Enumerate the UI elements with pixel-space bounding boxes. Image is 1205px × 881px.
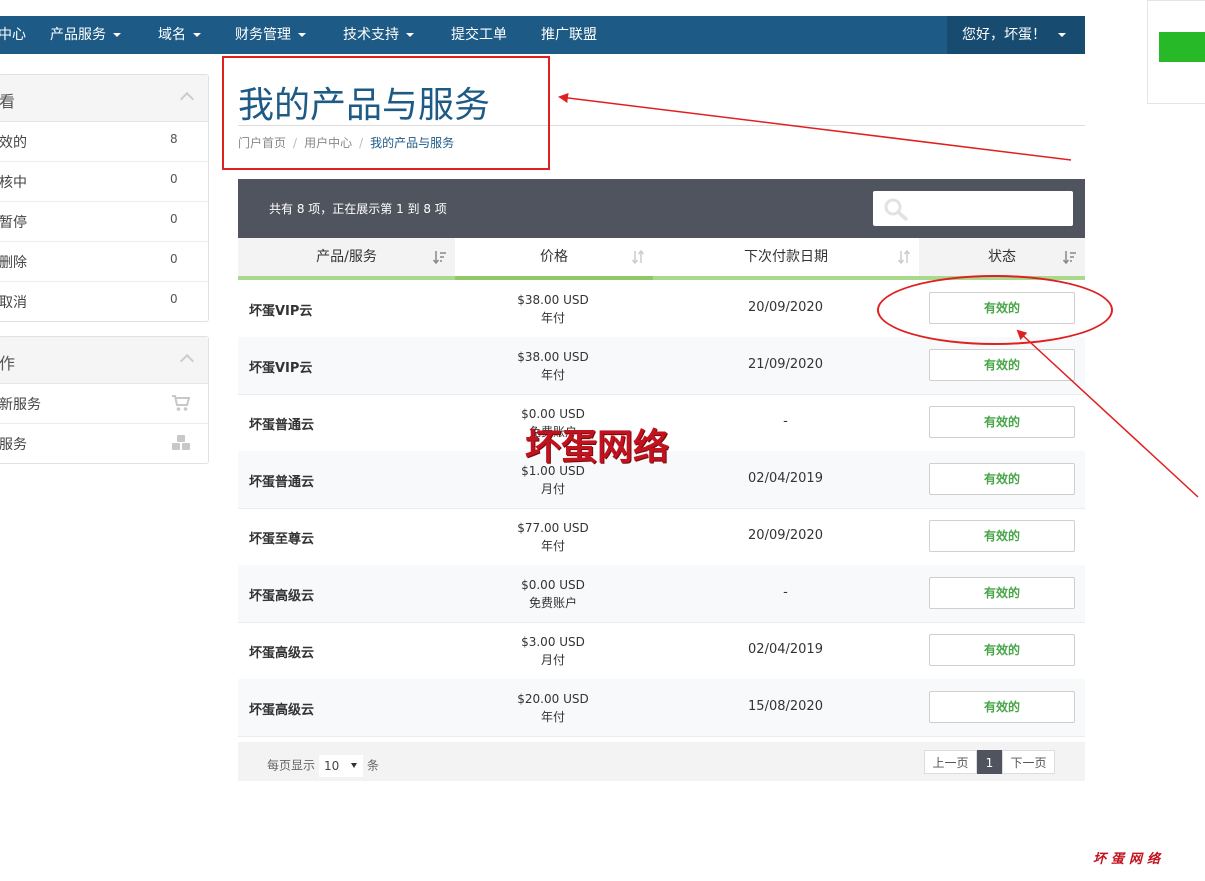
annotation-arrow-title — [558, 93, 1072, 161]
annotation-arrow-status — [1016, 329, 1199, 498]
watermark-logo: 坏蛋网络 — [525, 427, 670, 468]
watermark-corner-logo: 坏蛋网络 — [1093, 852, 1166, 867]
